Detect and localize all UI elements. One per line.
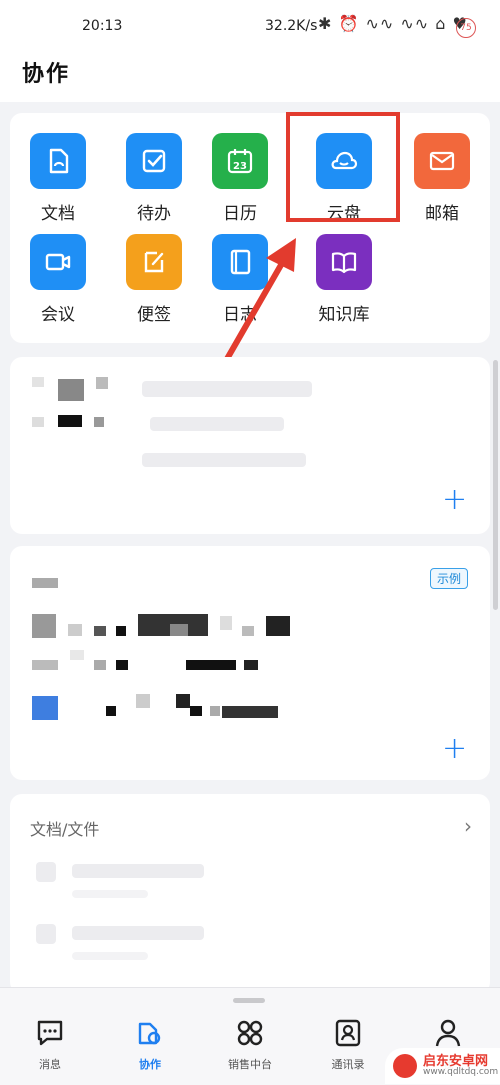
blurred-card-2: 示例 + <box>10 546 490 780</box>
status-bar: 20:13 32.2K/s ✱ ⏰ ∿∿ ∿∿ ⌂ ♥ 75 <box>0 0 500 54</box>
message-icon <box>37 1020 63 1046</box>
status-icons: ✱ ⏰ ∿∿ ∿∿ ⌂ ♥ <box>318 14 468 33</box>
watermark-logo-icon <box>393 1054 417 1078</box>
app-label: 会议 <box>41 305 75 325</box>
nav-label: 协作 <box>139 1058 161 1071</box>
page-title: 协作 <box>22 62 71 87</box>
app-meeting[interactable]: 会议 <box>10 234 106 325</box>
app-knowledge-base[interactable]: 知识库 <box>296 234 392 325</box>
video-icon <box>30 234 86 290</box>
nav-sales[interactable]: 销售中台 <box>202 1016 298 1072</box>
watermark: 启东安卓网 www.qdltdq.com <box>385 1048 500 1084</box>
app-notes[interactable]: 便签 <box>106 234 202 325</box>
annotation-highlight-box <box>286 112 400 222</box>
app-log[interactable]: 日志 <box>192 234 288 325</box>
add-icon[interactable]: + <box>442 485 467 515</box>
nav-label: 销售中台 <box>228 1058 272 1071</box>
app-mail[interactable]: 邮箱 <box>394 133 490 224</box>
document-icon <box>30 133 86 189</box>
app-docs[interactable]: 文档 <box>10 133 106 224</box>
app-calendar[interactable]: 23 日历 <box>192 133 288 224</box>
calendar-icon: 23 <box>212 133 268 189</box>
nav-collab[interactable]: 协作 <box>102 1016 198 1072</box>
app-label: 日志 <box>223 305 257 325</box>
app-label: 便签 <box>137 305 171 325</box>
checkbox-icon <box>126 133 182 189</box>
app-label: 待办 <box>137 204 171 224</box>
battery-icon: 75 <box>456 18 476 38</box>
files-section-title: 文档/文件 <box>30 820 100 839</box>
log-icon <box>212 234 268 290</box>
add-icon[interactable]: + <box>442 734 467 764</box>
app-label: 日历 <box>223 204 257 224</box>
app-todo[interactable]: 待办 <box>106 133 202 224</box>
note-icon <box>126 234 182 290</box>
chevron-right-icon[interactable]: › <box>464 814 472 838</box>
contacts-icon <box>335 1019 361 1047</box>
watermark-url: www.qdltdq.com <box>423 1067 499 1077</box>
files-card[interactable]: 文档/文件 › <box>10 794 490 994</box>
status-time: 20:13 <box>82 18 123 34</box>
app-label: 知识库 <box>318 305 370 325</box>
nav-messages[interactable]: 消息 <box>2 1016 98 1072</box>
network-speed: 32.2K/s <box>265 18 318 34</box>
collab-icon <box>138 1022 161 1045</box>
app-label: 文档 <box>41 204 75 224</box>
nav-contacts[interactable]: 通讯录 <box>300 1016 396 1072</box>
apps-card: 文档 待办 23 日历 云盘 邮箱 会议 便签 日志 知识库 <box>10 113 490 343</box>
grid-icon <box>237 1020 263 1046</box>
book-icon <box>316 234 372 290</box>
scrollbar[interactable] <box>493 360 498 610</box>
drag-handle[interactable] <box>233 998 265 1003</box>
user-icon <box>435 1019 461 1047</box>
blurred-card-1: + <box>10 357 490 534</box>
header: 协作 <box>0 54 500 102</box>
mail-icon <box>414 133 470 189</box>
nav-label: 通讯录 <box>331 1058 365 1071</box>
calendar-day: 23 <box>233 161 247 172</box>
nav-label: 消息 <box>39 1058 61 1071</box>
app-label: 邮箱 <box>425 204 459 224</box>
example-badge: 示例 <box>429 568 468 589</box>
